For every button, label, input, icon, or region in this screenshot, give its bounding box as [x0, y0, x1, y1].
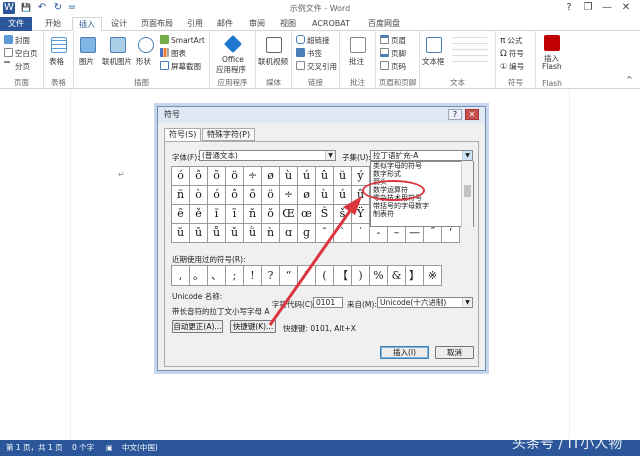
proofing-icon[interactable]: ▣ [106, 440, 113, 456]
status-page[interactable]: 第 1 页，共 1 页 [6, 440, 63, 456]
status-word-count[interactable]: 0 个字 [72, 440, 94, 456]
annotation-arrow [268, 196, 362, 326]
watermark: 头条号 / IT小人物 [512, 436, 623, 452]
status-language[interactable]: 中文(中国) [122, 440, 158, 456]
